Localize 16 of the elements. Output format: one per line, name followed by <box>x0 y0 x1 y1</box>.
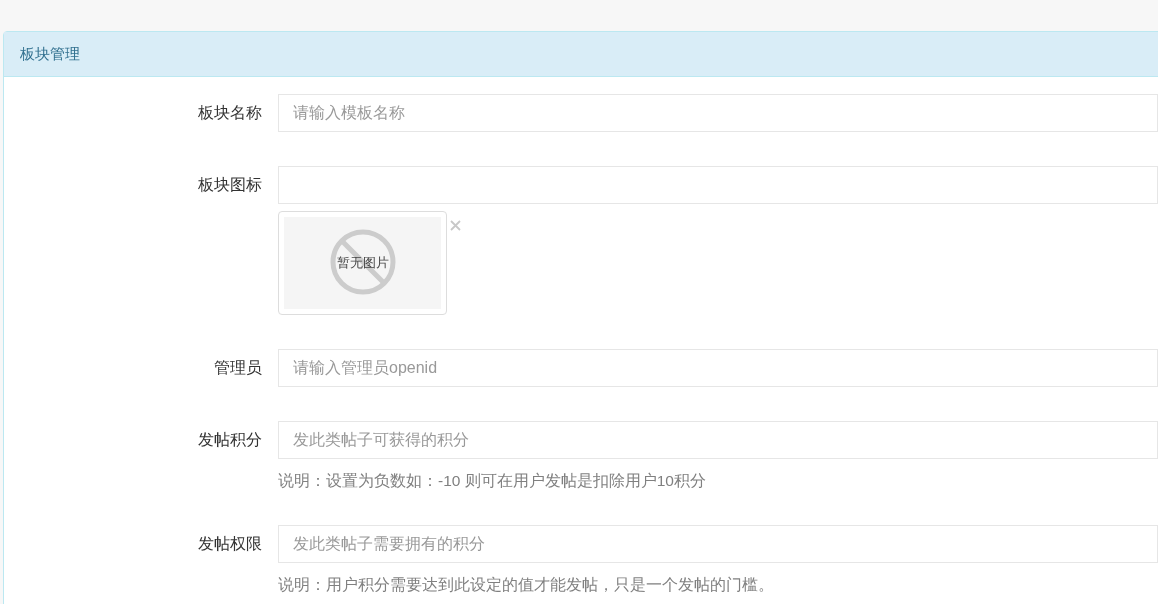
close-icon[interactable] <box>450 220 461 231</box>
field-label: 发帖积分 <box>198 430 262 450</box>
help-text: 说明：设置为负数如：-10 则可在用户发帖是扣除用户10积分 <box>278 471 707 491</box>
input-field[interactable] <box>278 166 1158 204</box>
no-image-text: 暂无图片 <box>336 255 389 271</box>
input-field[interactable]: 发此类帖子可获得的积分 <box>278 421 1158 459</box>
field-label: 管理员 <box>214 358 262 378</box>
no-image-icon <box>330 229 396 295</box>
input-field[interactable]: 发此类帖子需要拥有的积分 <box>278 525 1158 563</box>
field-label: 板块图标 <box>198 175 262 195</box>
field-label: 板块名称 <box>198 103 262 123</box>
input-field[interactable]: 请输入模板名称 <box>278 94 1158 132</box>
input-field[interactable]: 请输入管理员openid <box>278 349 1158 387</box>
field-label: 发帖权限 <box>198 534 262 554</box>
help-text: 说明：用户积分需要达到此设定的值才能发帖，只是一个发帖的门槛。 <box>278 575 775 595</box>
panel-title: 板块管理 <box>20 44 80 64</box>
